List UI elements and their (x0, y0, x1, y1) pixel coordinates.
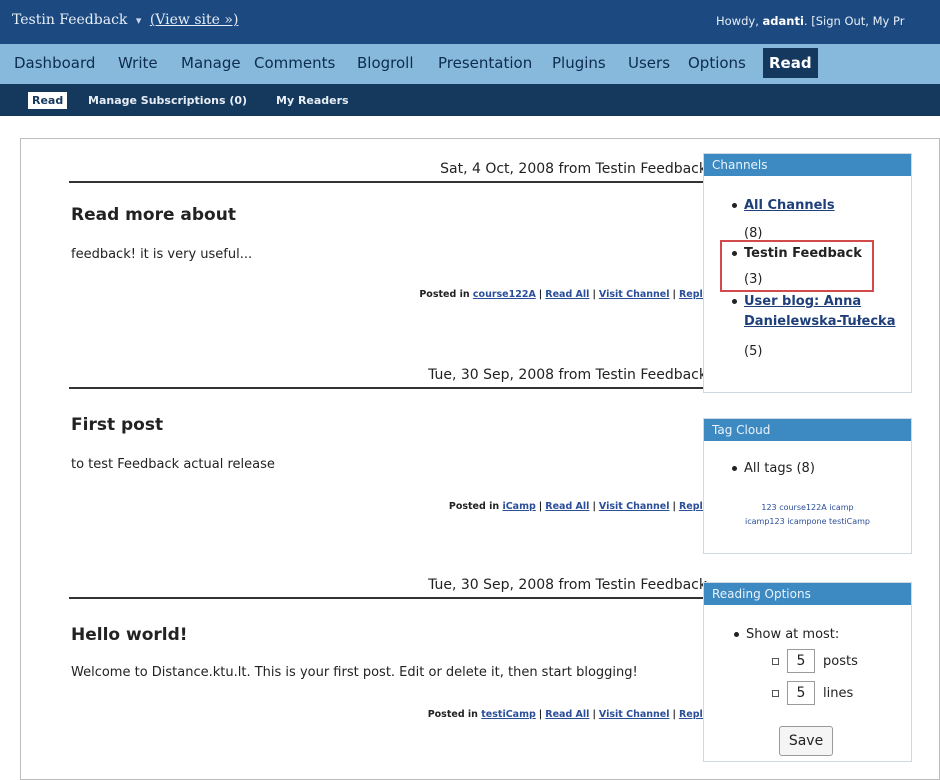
view-site-link[interactable]: (View site ») (150, 12, 239, 28)
post-date-line: Tue, 30 Sep, 2008 from Testin Feedback (428, 577, 707, 593)
channel-link-testin-feedback[interactable]: Testin Feedback (744, 246, 862, 261)
visit-channel-link[interactable]: Visit Channel (599, 289, 670, 300)
site-title[interactable]: Testin Feedback (12, 12, 127, 28)
divider (69, 387, 709, 389)
post-body: feedback! it is very useful... (71, 247, 253, 262)
submenu-manage-subscriptions[interactable]: Manage Subscriptions (0) (88, 94, 247, 107)
read-all-link[interactable]: Read All (545, 501, 589, 512)
post-body: to test Feedback actual release (71, 457, 275, 472)
post-meta: Posted in testiCamp | Read All | Visit Chann… (69, 709, 709, 720)
menu-manage[interactable]: Manage (181, 54, 241, 72)
posted-in-label: Posted in (448, 501, 500, 512)
reading-options-box: Reading Options Show at most: 5 posts 5 li… (703, 582, 912, 762)
post-title: First post (71, 415, 164, 435)
channel-count: (8) (744, 226, 763, 241)
separator: | (592, 709, 596, 720)
tag-cloud-line[interactable]: 123 course122A icamp (704, 503, 911, 512)
bullet-icon (732, 203, 737, 208)
posts-option-row: 5 posts (772, 649, 858, 673)
category-link[interactable]: testiCamp (481, 709, 536, 720)
menu-read[interactable]: Read (763, 48, 818, 78)
bullet-icon (732, 251, 737, 256)
chevron-down-icon[interactable]: ▾ (136, 14, 142, 27)
post-body: Welcome to Distance.ktu.lt. This is your… (71, 665, 638, 680)
post-title: Read more about (71, 205, 236, 225)
channel-item: User blog: Anna (732, 294, 861, 309)
post-title: Hello world! (71, 625, 188, 645)
channels-header: Channels (704, 154, 911, 176)
menu-write[interactable]: Write (118, 54, 158, 72)
submenu-read[interactable]: Read (28, 92, 68, 109)
bullet-icon (734, 632, 739, 637)
reading-options-header: Reading Options (704, 583, 911, 605)
howdy-label: Howdy, (716, 14, 763, 28)
menu-blogroll[interactable]: Blogroll (357, 54, 414, 72)
username-link[interactable]: adanti (763, 14, 804, 28)
all-tags-item: All tags (8) (732, 461, 815, 476)
post-meta: Posted in course122A | Read All | Visit Chan… (69, 289, 709, 300)
visit-channel-link[interactable]: Visit Channel (599, 709, 670, 720)
channel-link-user-blog[interactable]: User blog: Anna (744, 294, 861, 309)
category-link[interactable]: course122A (473, 289, 536, 300)
posted-in-label: Posted in (419, 289, 470, 300)
menu-dashboard[interactable]: Dashboard (14, 54, 95, 72)
menu-plugins[interactable]: Plugins (552, 54, 606, 72)
show-at-most-label: Show at most: (746, 627, 840, 642)
separator: | (538, 501, 543, 512)
post-meta: Posted in iCamp | Read All | Visit Channel | R… (69, 501, 709, 512)
posted-in-label: Posted in (427, 709, 478, 720)
channel-item-line2: Danielewska-Tułecka (744, 314, 895, 329)
channel-item: All Channels (732, 198, 835, 213)
channels-box: Channels All Channels (8) Testin Feedbac… (703, 153, 912, 393)
show-at-most-row: Show at most: (734, 627, 839, 642)
post-date-line: Tue, 30 Sep, 2008 from Testin Feedback (428, 367, 707, 383)
menu-comments[interactable]: Comments (254, 54, 335, 72)
all-tags-label[interactable]: All tags (8) (744, 461, 815, 476)
channel-link-user-blog-line2[interactable]: Danielewska-Tułecka (744, 314, 895, 329)
channel-count: (3) (744, 272, 763, 287)
menu-presentation[interactable]: Presentation (438, 54, 532, 72)
main-menu: Dashboard Write Manage Comments Blogroll… (0, 44, 940, 84)
submenu-my-readers[interactable]: My Readers (276, 94, 349, 107)
tag-cloud-header: Tag Cloud (704, 419, 911, 441)
square-bullet-icon (772, 690, 779, 697)
admin-top-bar: Testin Feedback ▾ (View site ») Howdy, a… (0, 0, 940, 44)
divider (69, 597, 709, 599)
visit-channel-link[interactable]: Visit Channel (599, 501, 670, 512)
posts-label: posts (823, 654, 858, 669)
separator: | (538, 709, 543, 720)
separator: | (592, 289, 596, 300)
separator: | (672, 501, 676, 512)
separator: | (592, 501, 596, 512)
read-all-link[interactable]: Read All (545, 289, 589, 300)
save-button[interactable]: Save (779, 726, 833, 756)
category-link[interactable]: iCamp (502, 501, 535, 512)
user-greeting: Howdy, adanti. [Sign Out, My Pr (716, 14, 904, 28)
channel-count: (5) (744, 344, 763, 359)
separator: | (538, 289, 543, 300)
square-bullet-icon (772, 658, 779, 665)
site-title-area: Testin Feedback ▾ (View site ») (12, 12, 238, 28)
read-all-link[interactable]: Read All (545, 709, 589, 720)
bullet-icon (732, 299, 737, 304)
separator: | (672, 709, 676, 720)
separator: | (672, 289, 676, 300)
menu-options[interactable]: Options (688, 54, 746, 72)
lines-count-input[interactable]: 5 (787, 681, 815, 705)
lines-option-row: 5 lines (772, 681, 853, 705)
posts-count-input[interactable]: 5 (787, 649, 815, 673)
sub-menu: Read Manage Subscriptions (0) My Readers (0, 84, 940, 116)
channel-link-all[interactable]: All Channels (744, 198, 835, 213)
account-links[interactable]: . [Sign Out, My Pr (804, 14, 905, 28)
channel-item: Testin Feedback (732, 246, 862, 261)
lines-label: lines (823, 686, 854, 701)
bullet-icon (732, 466, 737, 471)
post-date-line: Sat, 4 Oct, 2008 from Testin Feedback (440, 161, 707, 177)
menu-users[interactable]: Users (628, 54, 670, 72)
divider (69, 181, 709, 183)
tag-cloud-box: Tag Cloud All tags (8) 123 course122A ic… (703, 418, 912, 554)
tag-cloud-line[interactable]: icamp123 icampone testiCamp (704, 517, 911, 526)
